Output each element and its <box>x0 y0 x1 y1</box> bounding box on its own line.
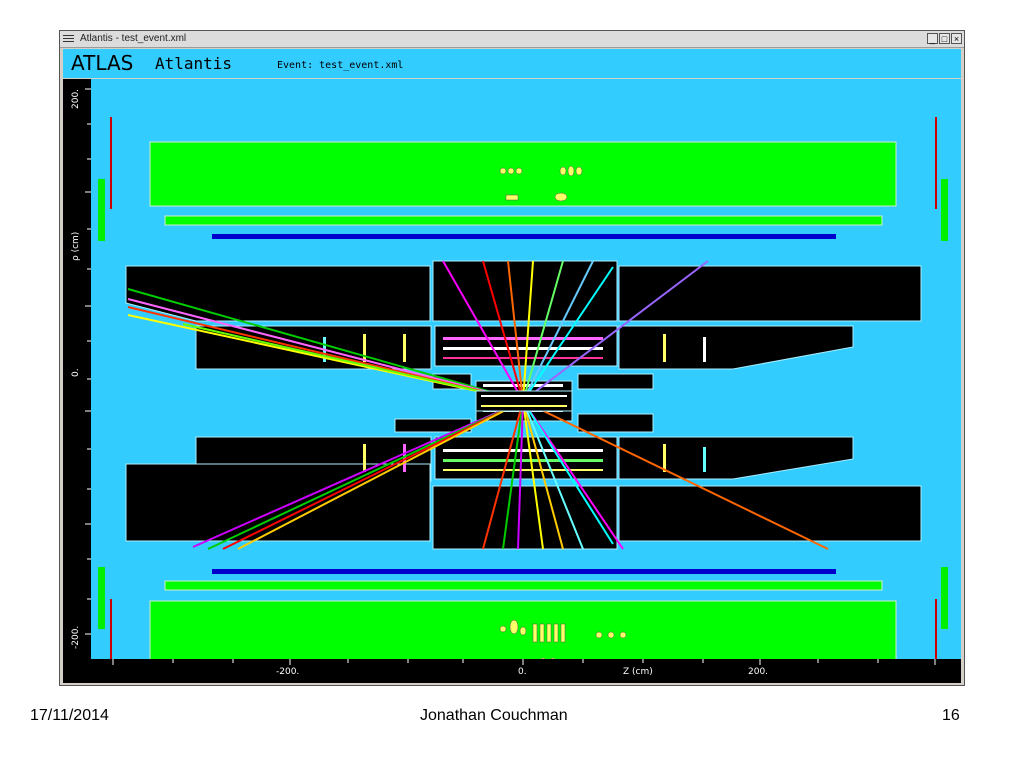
slide-author: Jonathan Couchman <box>420 707 568 724</box>
event-label: Event: test_event.xml <box>277 60 404 71</box>
app-name: Atlantis <box>155 54 233 73</box>
atlantis-window: Atlantis - test_event.xml _ □ × ATLAS At… <box>59 30 965 686</box>
x-tick-left: -200. <box>276 667 299 677</box>
slide-number: 16 <box>942 707 960 724</box>
rz-view[interactable]: 200. ρ (cm) 0. -200. <box>63 79 961 659</box>
app-header: ATLAS Atlantis Event: test_event.xml <box>63 49 961 78</box>
y-tick-zero: 0. <box>71 368 81 377</box>
y-tick-top: 200. <box>71 89 81 109</box>
x-axis-strip: -200. 0. Z (cm) 200. <box>63 659 961 683</box>
x-axis-label: Z (cm) <box>623 667 653 677</box>
solenoid-bottom <box>212 569 836 574</box>
x-tick-zero: 0. <box>518 667 527 677</box>
window-titlebar[interactable]: Atlantis - test_event.xml _ □ × <box>60 31 964 48</box>
x-axis-ticks <box>112 659 936 665</box>
inner-detector <box>475 390 573 412</box>
x-tick-right: 200. <box>748 667 768 677</box>
close-button[interactable]: × <box>951 33 962 44</box>
solenoid-top <box>212 234 836 239</box>
slide-date: 17/11/2014 <box>30 707 109 724</box>
y-axis-label: ρ (cm) <box>71 232 81 261</box>
menu-icon[interactable] <box>63 33 74 44</box>
event-display-canvas[interactable]: 200. ρ (cm) 0. -200. <box>63 79 961 659</box>
maximize-button[interactable]: □ <box>939 33 950 44</box>
y-tick-bottom: -200. <box>71 626 81 649</box>
atlas-logo: ATLAS <box>71 51 134 75</box>
window-title: Atlantis - test_event.xml <box>80 33 187 44</box>
minimize-button[interactable]: _ <box>927 33 938 44</box>
